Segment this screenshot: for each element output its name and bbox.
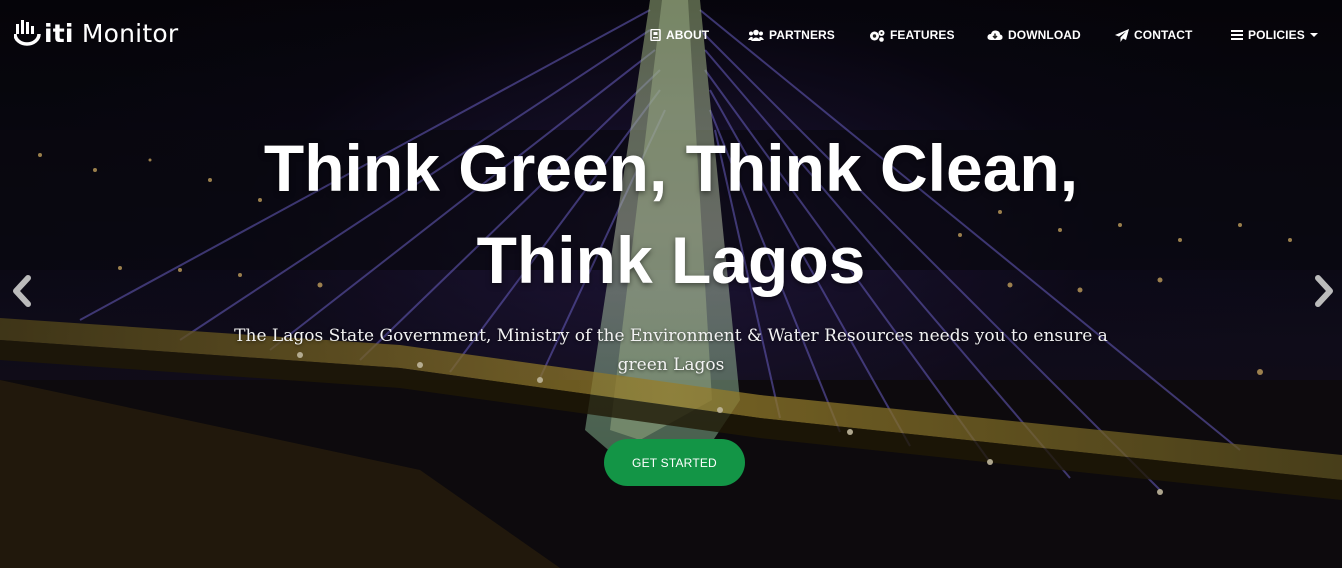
hero-subtext-line2: green Lagos: [617, 355, 725, 375]
citi-logo-icon: [14, 20, 41, 46]
nav-item-download[interactable]: DOWNLOAD: [987, 28, 1081, 42]
hero-subtext: The Lagos State Government, Ministry of …: [0, 322, 1342, 380]
brand-prefix: iti: [44, 18, 74, 48]
nav-label-contact: CONTACT: [1134, 28, 1193, 42]
caret-down-icon: [1309, 33, 1318, 37]
nav-item-features[interactable]: FEATURES: [869, 28, 955, 42]
users-icon: [748, 29, 764, 41]
brand-name: iti Monitor: [44, 19, 178, 48]
chevron-right-icon[interactable]: [1312, 272, 1338, 310]
hero-headline: Think Green, Think Clean, Think Lagos: [0, 122, 1342, 306]
brand-suffix: Monitor: [81, 18, 179, 48]
chevron-left-icon[interactable]: [8, 272, 34, 310]
brand-logo[interactable]: iti Monitor: [14, 18, 178, 48]
hero-headline-line1: Think Green, Think Clean,: [263, 131, 1079, 205]
nav-label-about: ABOUT: [666, 28, 710, 42]
cloud-download-icon: [987, 30, 1003, 40]
nav-label-features: FEATURES: [890, 28, 955, 42]
nav-item-policies[interactable]: POLICIES: [1231, 28, 1318, 42]
nav-item-about[interactable]: ABOUT: [650, 28, 709, 42]
get-started-button[interactable]: GET STARTED: [604, 439, 745, 486]
hero-subtext-line1: The Lagos State Government, Ministry of …: [234, 326, 1108, 346]
menu-bars-icon: [1231, 30, 1243, 40]
nav-label-download: DOWNLOAD: [1008, 28, 1081, 42]
paper-plane-icon: [1115, 28, 1129, 42]
nav-item-partners[interactable]: PARTNERS: [748, 28, 835, 42]
nav-item-contact[interactable]: CONTACT: [1115, 28, 1192, 42]
nav-label-partners: PARTNERS: [769, 28, 835, 42]
gears-icon: [870, 29, 885, 42]
nav-label-policies: POLICIES: [1248, 28, 1305, 42]
hero-headline-line2: Think Lagos: [476, 223, 866, 297]
id-card-icon: [650, 29, 661, 41]
